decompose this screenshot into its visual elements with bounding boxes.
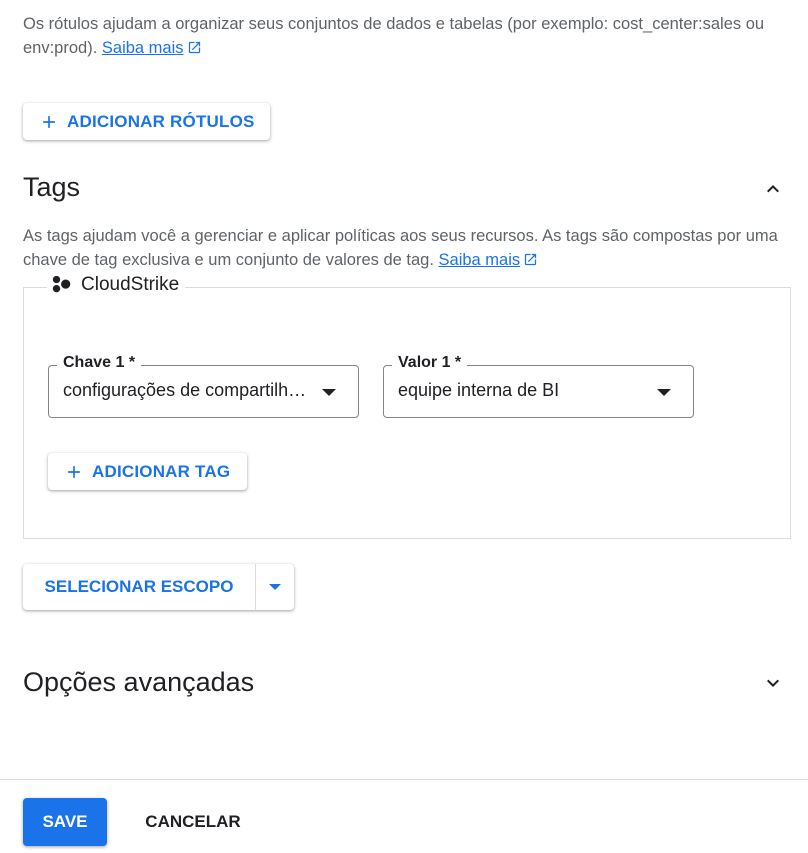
organization-name: CloudStrike [81,274,180,295]
footer-divider [0,779,808,780]
plus-icon [68,465,80,478]
advanced-options-title[interactable]: Opções avançadas [23,667,254,698]
add-labels-label: ADICIONAR RÓTULOS [67,111,255,131]
tag-key-label: Chave 1 * [57,354,142,372]
tag-value-select[interactable]: Valor 1 * equipe interna de BI [383,354,694,418]
external-link-icon [525,253,537,266]
plus-icon [43,115,55,128]
tag-key-value: configurações de compartilhamento [63,380,313,400]
select-scope-dropdown-button[interactable] [256,564,294,610]
tag-value-value: equipe interna de BI [398,380,560,400]
dropdown-arrow-icon [657,389,671,396]
labels-learn-more-link[interactable]: Saiba mais [102,39,184,57]
tags-description: As tags ajudam você a gerenciar e aplica… [23,224,793,272]
select-scope-split-button: SELECIONAR ESCOPO [23,564,294,610]
tag-value-label: Valor 1 * [392,354,468,372]
add-tag-label: ADICIONAR TAG [92,461,231,481]
save-button[interactable]: SAVE [23,798,107,846]
cancel-button[interactable]: CANCELAR [126,798,260,846]
labels-description: Os rótulos ajudam a organizar seus conju… [23,12,783,60]
caret-down-icon [269,584,281,590]
tag-key-select[interactable]: Chave 1 * configurações de compartilhame… [48,354,359,418]
organization-legend: CloudStrike [47,274,186,296]
tags-description-text: As tags ajudam você a gerenciar e aplica… [23,227,778,269]
tags-learn-more-link[interactable]: Saiba mais [439,251,521,269]
chevron-down-icon[interactable] [761,671,785,695]
add-tag-button[interactable]: ADICIONAR TAG [48,453,247,490]
dropdown-arrow-icon [322,389,336,396]
select-scope-button[interactable]: SELECIONAR ESCOPO [23,564,256,610]
organization-icon [52,275,71,293]
tags-title: Tags [23,172,81,202]
chevron-up-icon[interactable] [761,177,785,201]
external-link-icon [188,41,200,54]
add-labels-button[interactable]: ADICIONAR RÓTULOS [23,103,270,140]
